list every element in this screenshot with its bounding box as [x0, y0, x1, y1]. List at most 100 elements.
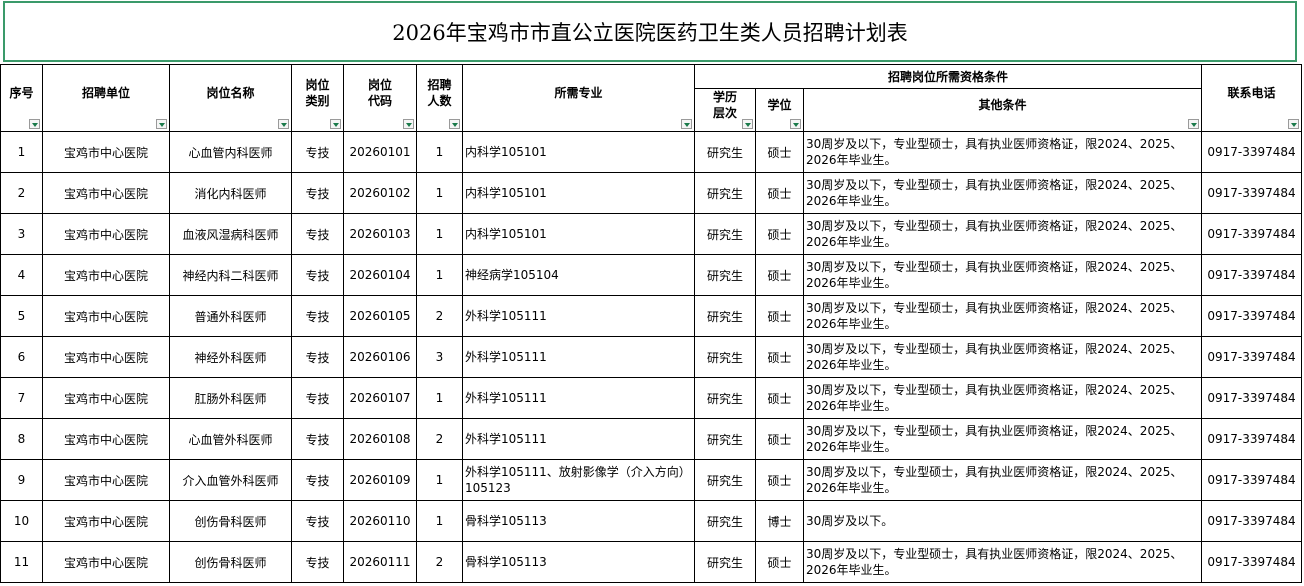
cell-education[interactable]: 研究生	[694, 295, 756, 337]
cell-education[interactable]: 研究生	[694, 418, 756, 460]
cell-post-type[interactable]: 专技	[291, 295, 344, 337]
cell-degree[interactable]: 硕士	[755, 541, 804, 583]
cell-unit[interactable]: 宝鸡市中心医院	[42, 459, 170, 501]
cell-other[interactable]: 30周岁及以下，专业型硕士，具有执业医师资格证，限2024、2025、2026年…	[803, 295, 1202, 337]
cell-post-code[interactable]: 20260101	[343, 131, 417, 173]
filter-dropdown-icon[interactable]	[29, 119, 40, 129]
cell-count[interactable]: 2	[416, 295, 463, 337]
cell-education[interactable]: 研究生	[694, 213, 756, 255]
cell-major[interactable]: 神经病学105104	[462, 254, 695, 296]
cell-phone[interactable]: 0917-3397484	[1201, 541, 1302, 583]
cell-education[interactable]: 研究生	[694, 541, 756, 583]
cell-post-type[interactable]: 专技	[291, 377, 344, 419]
cell-count[interactable]: 2	[416, 418, 463, 460]
filter-dropdown-icon[interactable]	[742, 119, 753, 129]
cell-degree[interactable]: 硕士	[755, 213, 804, 255]
cell-other[interactable]: 30周岁及以下，专业型硕士，具有执业医师资格证，限2024、2025、2026年…	[803, 172, 1202, 214]
cell-unit[interactable]: 宝鸡市中心医院	[42, 131, 170, 173]
cell-major[interactable]: 外科学105111	[462, 418, 695, 460]
cell-degree[interactable]: 硕士	[755, 418, 804, 460]
cell-post-name[interactable]: 介入血管外科医师	[169, 459, 292, 501]
header-seq[interactable]: 序号	[0, 64, 43, 132]
filter-dropdown-icon[interactable]	[278, 119, 289, 129]
cell-seq[interactable]: 5	[0, 295, 43, 337]
cell-post-name[interactable]: 神经内科二科医师	[169, 254, 292, 296]
header-major[interactable]: 所需专业	[462, 64, 695, 132]
cell-unit[interactable]: 宝鸡市中心医院	[42, 295, 170, 337]
cell-degree[interactable]: 硕士	[755, 295, 804, 337]
cell-seq[interactable]: 10	[0, 500, 43, 542]
filter-dropdown-icon[interactable]	[449, 119, 460, 129]
header-post-code[interactable]: 岗位代码	[343, 64, 417, 132]
filter-dropdown-icon[interactable]	[790, 119, 801, 129]
cell-education[interactable]: 研究生	[694, 459, 756, 501]
cell-post-code[interactable]: 20260107	[343, 377, 417, 419]
cell-post-type[interactable]: 专技	[291, 213, 344, 255]
cell-degree[interactable]: 硕士	[755, 254, 804, 296]
cell-count[interactable]: 1	[416, 213, 463, 255]
cell-post-code[interactable]: 20260111	[343, 541, 417, 583]
cell-phone[interactable]: 0917-3397484	[1201, 213, 1302, 255]
cell-post-type[interactable]: 专技	[291, 336, 344, 378]
cell-post-type[interactable]: 专技	[291, 459, 344, 501]
cell-post-type[interactable]: 专技	[291, 418, 344, 460]
cell-post-name[interactable]: 消化内科医师	[169, 172, 292, 214]
cell-major[interactable]: 外科学105111	[462, 377, 695, 419]
cell-post-name[interactable]: 普通外科医师	[169, 295, 292, 337]
cell-other[interactable]: 30周岁及以下。	[803, 500, 1202, 542]
cell-post-type[interactable]: 专技	[291, 254, 344, 296]
cell-seq[interactable]: 7	[0, 377, 43, 419]
header-post-name[interactable]: 岗位名称	[169, 64, 292, 132]
filter-dropdown-icon[interactable]	[1188, 119, 1199, 129]
filter-dropdown-icon[interactable]	[403, 119, 414, 129]
cell-unit[interactable]: 宝鸡市中心医院	[42, 172, 170, 214]
cell-post-name[interactable]: 肛肠外科医师	[169, 377, 292, 419]
cell-count[interactable]: 1	[416, 172, 463, 214]
cell-major[interactable]: 骨科学105113	[462, 500, 695, 542]
header-post-type[interactable]: 岗位类别	[291, 64, 344, 132]
cell-post-name[interactable]: 心血管内科医师	[169, 131, 292, 173]
cell-other[interactable]: 30周岁及以下，专业型硕士，具有执业医师资格证，限2024、2025、2026年…	[803, 213, 1202, 255]
cell-post-code[interactable]: 20260105	[343, 295, 417, 337]
cell-post-code[interactable]: 20260103	[343, 213, 417, 255]
cell-unit[interactable]: 宝鸡市中心医院	[42, 541, 170, 583]
cell-education[interactable]: 研究生	[694, 336, 756, 378]
cell-other[interactable]: 30周岁及以下，专业型硕士，具有执业医师资格证，限2024、2025、2026年…	[803, 459, 1202, 501]
cell-post-code[interactable]: 20260108	[343, 418, 417, 460]
cell-post-name[interactable]: 心血管外科医师	[169, 418, 292, 460]
cell-other[interactable]: 30周岁及以下，专业型硕士，具有执业医师资格证，限2024、2025、2026年…	[803, 418, 1202, 460]
cell-major[interactable]: 外科学105111、放射影像学（介入方向）105123	[462, 459, 695, 501]
cell-seq[interactable]: 2	[0, 172, 43, 214]
cell-major[interactable]: 外科学105111	[462, 336, 695, 378]
cell-phone[interactable]: 0917-3397484	[1201, 131, 1302, 173]
cell-post-name[interactable]: 神经外科医师	[169, 336, 292, 378]
cell-phone[interactable]: 0917-3397484	[1201, 336, 1302, 378]
cell-other[interactable]: 30周岁及以下，专业型硕士，具有执业医师资格证，限2024、2025、2026年…	[803, 336, 1202, 378]
cell-seq[interactable]: 4	[0, 254, 43, 296]
cell-phone[interactable]: 0917-3397484	[1201, 295, 1302, 337]
cell-degree[interactable]: 硕士	[755, 131, 804, 173]
cell-major[interactable]: 内科学105101	[462, 213, 695, 255]
cell-seq[interactable]: 8	[0, 418, 43, 460]
cell-degree[interactable]: 硕士	[755, 172, 804, 214]
header-degree[interactable]: 学位	[755, 88, 804, 132]
cell-count[interactable]: 1	[416, 131, 463, 173]
cell-education[interactable]: 研究生	[694, 500, 756, 542]
cell-post-type[interactable]: 专技	[291, 172, 344, 214]
cell-other[interactable]: 30周岁及以下，专业型硕士，具有执业医师资格证，限2024、2025、2026年…	[803, 541, 1202, 583]
cell-unit[interactable]: 宝鸡市中心医院	[42, 418, 170, 460]
cell-major[interactable]: 外科学105111	[462, 295, 695, 337]
cell-post-type[interactable]: 专技	[291, 500, 344, 542]
cell-post-code[interactable]: 20260110	[343, 500, 417, 542]
cell-count[interactable]: 3	[416, 336, 463, 378]
cell-count[interactable]: 1	[416, 500, 463, 542]
cell-phone[interactable]: 0917-3397484	[1201, 254, 1302, 296]
cell-phone[interactable]: 0917-3397484	[1201, 459, 1302, 501]
cell-unit[interactable]: 宝鸡市中心医院	[42, 254, 170, 296]
cell-count[interactable]: 1	[416, 459, 463, 501]
cell-other[interactable]: 30周岁及以下，专业型硕士，具有执业医师资格证，限2024、2025、2026年…	[803, 377, 1202, 419]
cell-other[interactable]: 30周岁及以下，专业型硕士，具有执业医师资格证，限2024、2025、2026年…	[803, 254, 1202, 296]
cell-degree[interactable]: 硕士	[755, 459, 804, 501]
cell-degree[interactable]: 硕士	[755, 336, 804, 378]
cell-post-code[interactable]: 20260106	[343, 336, 417, 378]
